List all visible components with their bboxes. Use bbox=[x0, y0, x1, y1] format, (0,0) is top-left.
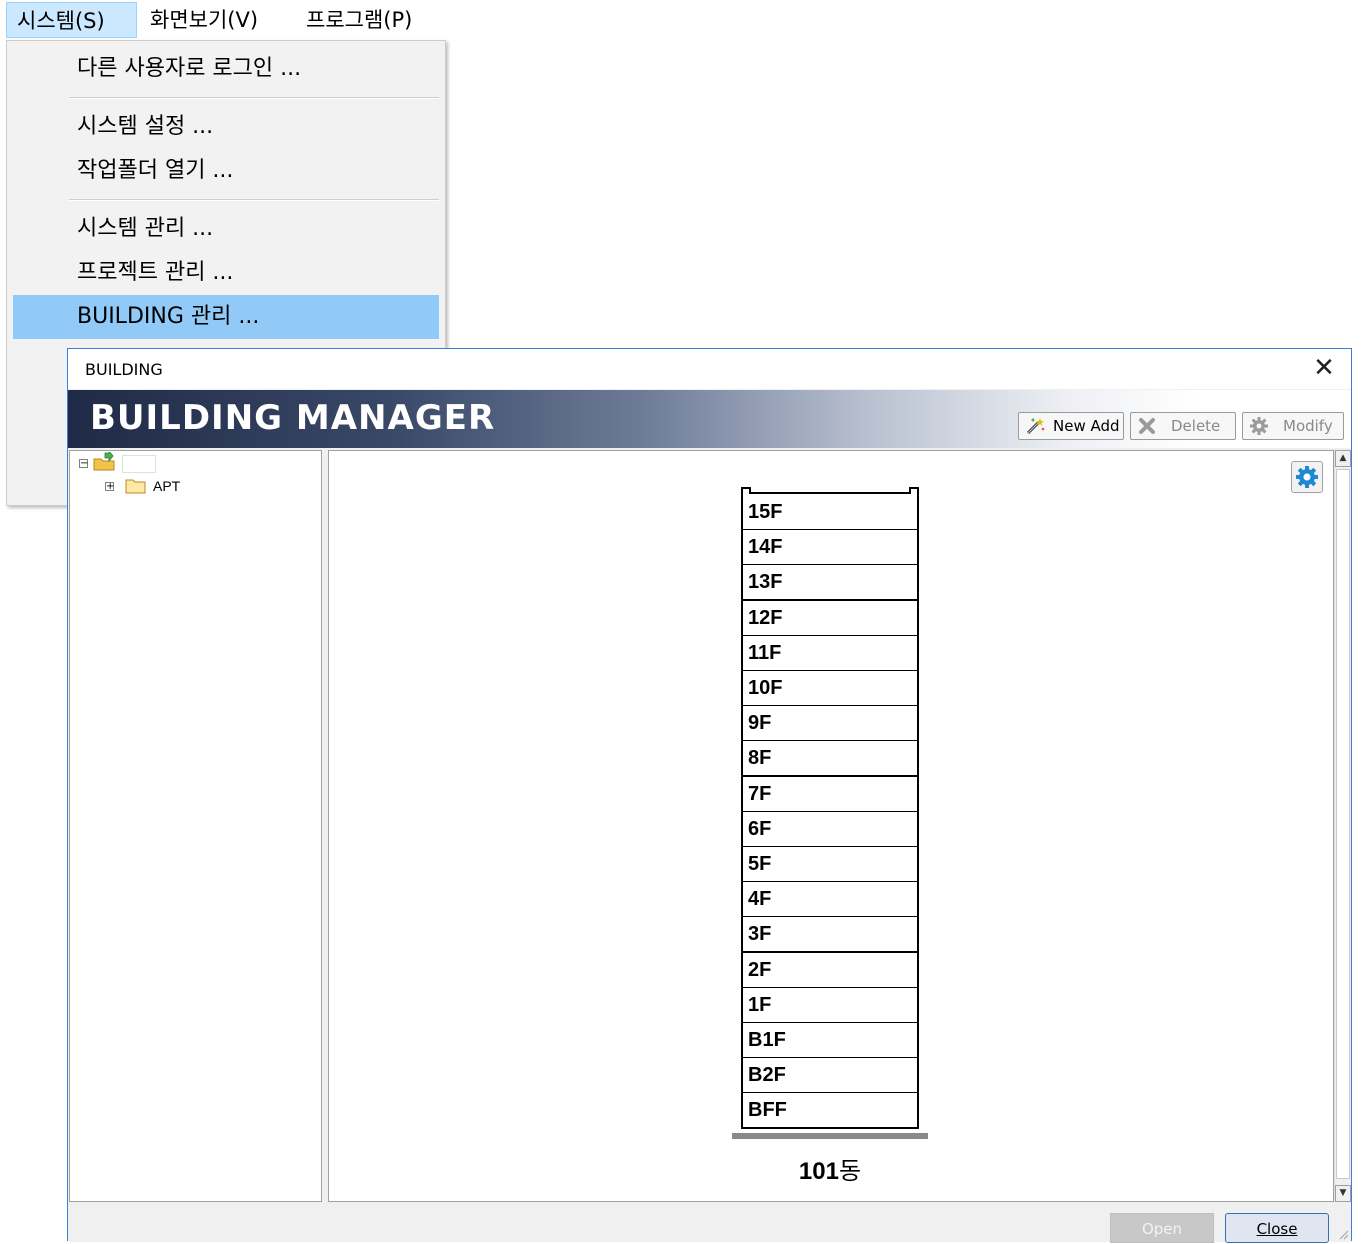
open-button[interactable]: Open bbox=[1110, 1213, 1214, 1243]
header-banner: BUILDING MANAGER New Add Delete Modify bbox=[68, 390, 1351, 448]
floor-row[interactable]: 13F bbox=[741, 565, 919, 601]
scroll-down-arrow[interactable]: ▼ bbox=[1335, 1185, 1351, 1202]
menu-view[interactable]: 화면보기(V) bbox=[140, 2, 268, 38]
new-add-button[interactable]: New Add bbox=[1018, 412, 1124, 440]
delete-label: Delete bbox=[1171, 417, 1221, 435]
building-number: 101 bbox=[798, 1158, 839, 1185]
floor-row[interactable]: 5F bbox=[741, 847, 919, 883]
vertical-scrollbar[interactable]: ▲ ▼ bbox=[1334, 450, 1351, 1202]
menu-item-project-admin[interactable]: 프로젝트 관리 ... bbox=[13, 251, 439, 295]
floor-row[interactable]: 9F bbox=[741, 706, 919, 742]
tree-node-apt[interactable]: APT bbox=[153, 478, 180, 494]
building-name: 101동 bbox=[741, 1151, 919, 1186]
gear-icon bbox=[1250, 417, 1268, 435]
menu-item-open-work-folder[interactable]: 작업폴더 열기 ... bbox=[13, 149, 439, 193]
floor-row[interactable]: BFF bbox=[741, 1093, 919, 1129]
menu-item-system-admin[interactable]: 시스템 관리 ... bbox=[13, 207, 439, 251]
floor-row[interactable]: 8F bbox=[741, 741, 919, 777]
settings-gear-icon bbox=[1296, 466, 1318, 488]
menu-separator bbox=[69, 199, 439, 201]
resize-grip-icon[interactable] bbox=[1337, 1228, 1349, 1240]
tree-root-label[interactable] bbox=[122, 455, 156, 473]
project-folder-icon bbox=[93, 452, 115, 471]
header-title: BUILDING MANAGER bbox=[90, 398, 496, 438]
building-dialog: BUILDING ✕ BUILDING MANAGER New Add Dele… bbox=[67, 348, 1352, 1243]
menu-item-login-other-user[interactable]: 다른 사용자로 로그인 ... bbox=[13, 47, 439, 91]
folder-icon bbox=[125, 479, 146, 494]
modify-button[interactable]: Modify bbox=[1242, 412, 1344, 440]
dialog-titlebar: BUILDING ✕ bbox=[68, 349, 1351, 389]
close-icon[interactable]: ✕ bbox=[1309, 353, 1339, 383]
floor-row[interactable]: 11F bbox=[741, 636, 919, 672]
delete-button[interactable]: Delete bbox=[1130, 412, 1236, 440]
expand-toggle[interactable]: + bbox=[105, 482, 114, 492]
project-tree: − + APT bbox=[69, 450, 322, 1202]
dialog-footer: Open Close bbox=[68, 1202, 1351, 1243]
floor-row[interactable]: 4F bbox=[741, 882, 919, 918]
new-add-label: New Add bbox=[1053, 417, 1120, 435]
floor-row[interactable]: 10F bbox=[741, 671, 919, 707]
menu-item-system-settings[interactable]: 시스템 설정 ... bbox=[13, 105, 439, 149]
floor-row[interactable]: 14F bbox=[741, 530, 919, 566]
delete-x-icon bbox=[1139, 418, 1155, 434]
floor-row[interactable]: 1F bbox=[741, 988, 919, 1024]
floor-row[interactable]: 2F bbox=[741, 953, 919, 989]
floor-row[interactable]: B2F bbox=[741, 1058, 919, 1094]
menu-item-building-admin[interactable]: BUILDING 관리 ... bbox=[13, 295, 439, 339]
floor-row[interactable]: 6F bbox=[741, 812, 919, 848]
menu-separator bbox=[69, 97, 439, 99]
collapse-toggle[interactable]: − bbox=[79, 459, 88, 469]
menu-program[interactable]: 프로그램(P) bbox=[296, 2, 422, 38]
menu-system[interactable]: 시스템(S) bbox=[6, 2, 137, 38]
close-label: Close bbox=[1256, 1220, 1298, 1238]
floor-row[interactable]: 3F bbox=[741, 917, 919, 953]
modify-label: Modify bbox=[1283, 417, 1333, 435]
building-suffix: 동 bbox=[838, 1157, 862, 1185]
floor-row[interactable]: 7F bbox=[741, 777, 919, 813]
scroll-up-arrow[interactable]: ▲ bbox=[1335, 450, 1351, 467]
floor-row[interactable]: 12F bbox=[741, 601, 919, 637]
magic-wand-icon bbox=[1026, 418, 1045, 435]
dialog-title: BUILDING bbox=[85, 360, 163, 379]
building-ground bbox=[732, 1133, 928, 1139]
menu-bar: 시스템(S) 화면보기(V) 프로그램(P) bbox=[0, 0, 450, 40]
floor-row[interactable]: 15F bbox=[741, 495, 919, 531]
floor-row[interactable]: B1F bbox=[741, 1023, 919, 1059]
settings-button[interactable] bbox=[1291, 461, 1323, 493]
close-button[interactable]: Close bbox=[1225, 1213, 1329, 1243]
scroll-thumb[interactable] bbox=[1336, 469, 1350, 1179]
building-canvas: 15F 14F 13F 12F 11F 10F 9F 8F 7F 6F 5F 4F 3F 2F 1F B1F B… bbox=[328, 450, 1334, 1202]
